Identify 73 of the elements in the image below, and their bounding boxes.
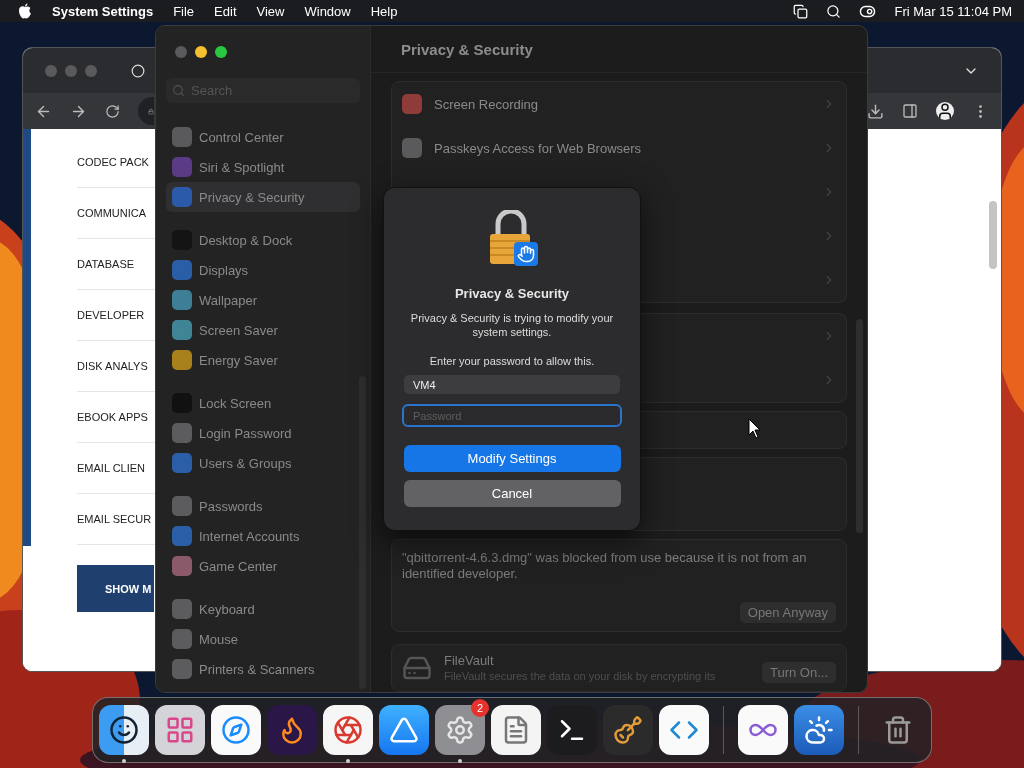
dialog-message: Privacy & Security is trying to modify your system settings. <box>409 311 615 339</box>
menu-item[interactable]: Edit <box>214 3 237 19</box>
category-link[interactable]: DISK ANALYS <box>77 360 148 372</box>
cancel-button[interactable]: Cancel <box>403 480 621 507</box>
download-icon[interactable] <box>867 102 884 120</box>
app-menu[interactable]: System Settings <box>52 3 154 19</box>
open-anyway-button[interactable]: Open Anyway <box>739 602 836 623</box>
sidebar-item[interactable]: Control Center <box>166 122 360 152</box>
lock-icon <box>148 105 154 117</box>
blocked-message: "qbittorrent-4.6.3.dmg" was blocked from use because it is not from an identified developer. <box>402 550 808 582</box>
sidebar-item[interactable]: Game Center <box>166 551 360 581</box>
grid-icon[interactable] <box>155 705 205 755</box>
sidebar-item[interactable]: Mouse <box>166 624 360 654</box>
sidebar-item[interactable]: Privacy & Security <box>166 182 360 212</box>
sidebar-item[interactable]: Siri & Spotlight <box>166 152 360 182</box>
sidebar-item[interactable]: Screen Saver <box>166 315 360 345</box>
sidebar-item[interactable]: Lock Screen <box>166 388 360 418</box>
dialog-prompt: Enter your password to allow this. <box>429 355 595 367</box>
menu-clock[interactable]: Fri Mar 15 11:04 PM <box>894 3 1012 19</box>
menu-item[interactable]: Window <box>304 3 351 19</box>
show-more-button[interactable]: SHOW M <box>77 565 154 612</box>
guitar-icon[interactable] <box>603 705 653 755</box>
reload-button[interactable] <box>105 103 120 119</box>
filevault-title: FileVault <box>444 653 495 668</box>
menu-item[interactable]: File <box>173 3 195 19</box>
side-panel-icon[interactable] <box>902 103 918 119</box>
profile-icon[interactable] <box>936 102 954 120</box>
dialog-title: Privacy & Security <box>454 286 570 301</box>
sidebar-item[interactable]: Keyboard <box>166 594 360 624</box>
menu-item[interactable]: View <box>256 3 285 19</box>
sidebar-item[interactable]: Displays <box>166 255 360 285</box>
sidebar-item[interactable]: Passwords <box>166 491 360 521</box>
category-link[interactable]: DEVELOPER <box>77 309 145 321</box>
sidebar-item[interactable]: Printers & Scanners <box>166 654 360 684</box>
sidebar-item[interactable]: Energy Saver <box>166 345 360 375</box>
turn-on-button[interactable]: Turn On... <box>761 662 836 683</box>
cloud-sun-icon[interactable] <box>794 705 844 755</box>
category-link[interactable]: COMMUNICA <box>77 207 147 219</box>
sidebar-item[interactable]: Users & Groups <box>166 448 360 478</box>
category-link[interactable]: EMAIL SECUR <box>77 513 152 525</box>
flame-icon[interactable] <box>267 705 317 755</box>
terminal-icon[interactable] <box>547 705 597 755</box>
category-link[interactable]: EMAIL CLIEN <box>77 462 146 474</box>
compass-icon[interactable] <box>211 705 261 755</box>
aperture-icon[interactable] <box>323 705 373 755</box>
settings-row[interactable]: Passkeys Access for Web Browsers <box>434 140 642 156</box>
menu-item[interactable]: Help <box>370 3 398 19</box>
zoom-button[interactable] <box>215 46 227 58</box>
minimize-button[interactable] <box>195 46 207 58</box>
apple-icon[interactable] <box>18 3 32 19</box>
loading-icon <box>131 63 145 78</box>
modify-settings-button[interactable]: Modify Settings <box>403 445 621 472</box>
smiling-face-icon[interactable] <box>99 705 149 755</box>
search-icon <box>172 84 185 97</box>
category-link[interactable]: DATABASE <box>77 258 135 270</box>
document-icon[interactable] <box>491 705 541 755</box>
notification-count: 2 <box>471 699 489 717</box>
username-field[interactable]: VM4 <box>404 375 620 394</box>
scrollbar-thumb[interactable] <box>989 201 997 269</box>
sidebar-item[interactable]: Internet Accounts <box>166 521 360 551</box>
gear-icon[interactable] <box>435 705 485 755</box>
sidebar-item[interactable]: Desktop & Dock <box>166 225 360 255</box>
search-icon[interactable] <box>826 3 842 19</box>
pointer-cursor-icon <box>748 418 762 439</box>
pane-title: Privacy & Security <box>401 40 533 58</box>
category-link[interactable]: EBOOK APPS <box>77 411 148 423</box>
sidebar-item[interactable]: Login Password <box>166 418 360 448</box>
settings-row[interactable]: Screen Recording <box>434 96 539 112</box>
sidebar-item[interactable]: Wallpaper <box>166 285 360 315</box>
screen-mirroring-icon[interactable] <box>793 3 809 19</box>
code-icon[interactable] <box>659 705 709 755</box>
infinity-icon[interactable] <box>738 705 788 755</box>
category-link[interactable]: CODEC PACK <box>77 156 149 168</box>
